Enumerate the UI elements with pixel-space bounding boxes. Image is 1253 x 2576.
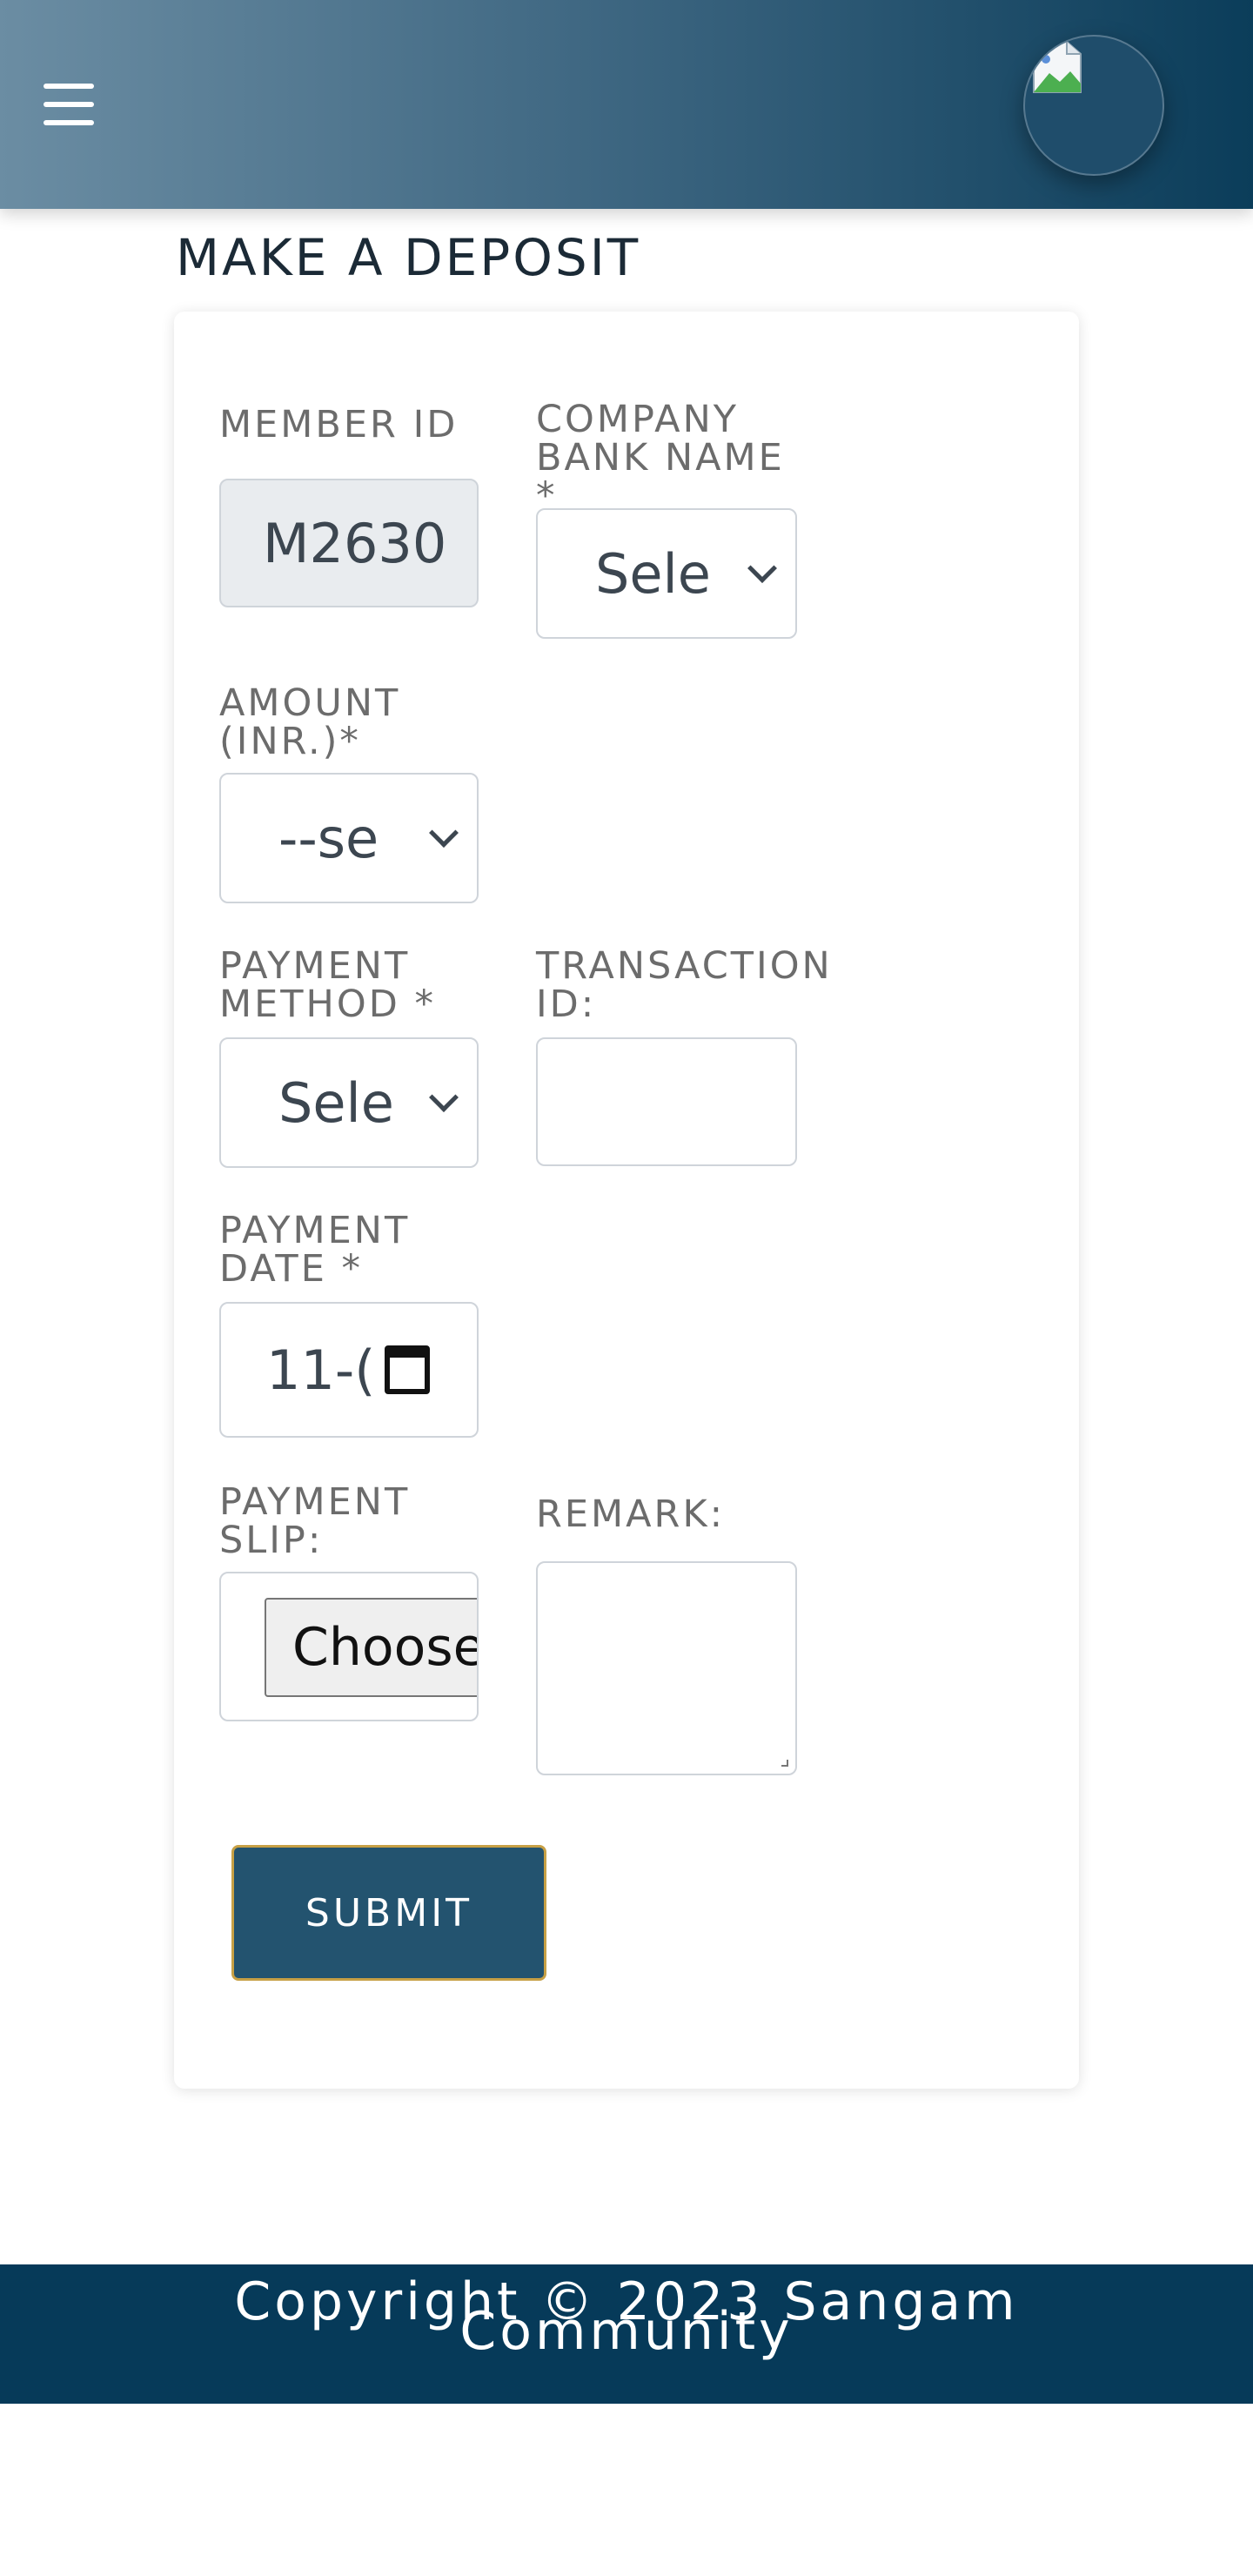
choose-file-button[interactable]: Choose (265, 1598, 477, 1697)
amount-select[interactable]: --se (219, 773, 479, 903)
amount-selected: --se (278, 806, 379, 870)
company-bank-label: COMPANY BANK NAME * (536, 398, 785, 518)
footer-copyright: Copyright © 2023 Sangam Community (234, 2271, 1019, 2362)
payment-date-input[interactable]: 11-( (219, 1302, 479, 1438)
payment-slip-file-input[interactable]: Choose (219, 1572, 479, 1721)
broken-image-icon (1033, 41, 1082, 93)
company-bank-selected: Sele (595, 541, 711, 606)
footer: Copyright © 2023 Sangam Community (0, 2264, 1253, 2404)
deposit-form-card: MEMBER ID M2630 COMPANY BANK NAME * Sele… (174, 312, 1079, 2089)
remark-textarea[interactable] (536, 1561, 797, 1775)
member-id-field: M2630 (219, 479, 479, 607)
payment-slip-label: PAYMENT SLIP: (219, 1480, 411, 1562)
resize-handle-icon[interactable] (781, 1760, 788, 1767)
chevron-down-icon (747, 553, 777, 583)
transaction-id-input[interactable] (536, 1037, 797, 1166)
hamburger-menu-icon[interactable] (38, 78, 101, 131)
payment-method-selected: Sele (278, 1070, 394, 1135)
member-id-label: MEMBER ID (219, 403, 459, 446)
calendar-icon[interactable] (385, 1345, 430, 1394)
remark-label: REMARK: (536, 1493, 726, 1536)
payment-date-value: 11-( (266, 1338, 376, 1402)
amount-label: AMOUNT (INR.)* (219, 681, 401, 763)
submit-button[interactable]: SUBMIT (231, 1845, 546, 1981)
company-bank-select[interactable]: Sele (536, 508, 797, 639)
payment-method-label: PAYMENT METHOD * (219, 944, 436, 1026)
profile-avatar[interactable] (1023, 35, 1164, 176)
chevron-down-icon (429, 1083, 459, 1112)
top-app-bar (0, 0, 1253, 209)
member-id-value: M2630 (263, 511, 447, 575)
page-title: MAKE A DEPOSIT (176, 228, 641, 287)
payment-method-select[interactable]: Sele (219, 1037, 479, 1168)
transaction-id-label: TRANSACTION ID: (536, 944, 833, 1026)
chevron-down-icon (429, 818, 459, 848)
payment-date-label: PAYMENT DATE * (219, 1209, 411, 1291)
